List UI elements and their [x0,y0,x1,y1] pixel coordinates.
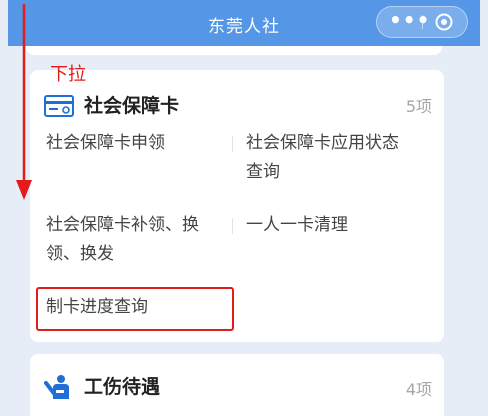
section-title: 工伤待遇 [84,376,161,398]
column-divider [232,136,233,152]
service-item-label: 社会保障卡申领 [46,133,165,153]
service-item-reissue-card[interactable]: 社会保障卡补领、换 领、换发 [46,211,232,269]
screen: 东莞人社 ••• 社会保障卡 5项 社会保障卡申领 社会保障卡应用状态 查询 社… [0,0,488,416]
target-circle-icon[interactable] [435,13,453,31]
service-item-apply-card[interactable]: 社会保障卡申领 [46,129,232,158]
section-count: 5项 [405,97,432,116]
service-item-label: 社会保障卡应用状态 [246,133,399,153]
service-item-label: 社会保障卡补领、换 [46,215,199,235]
service-item-app-status-query[interactable]: 社会保障卡应用状态 查询 [246,129,436,187]
section-card-work-injury: 工伤待遇 4项 [30,354,444,416]
column-divider [232,218,233,234]
more-dots-icon[interactable]: ••• [389,10,429,31]
annotation-label: 下拉 [50,64,86,85]
service-item-label: 领、换发 [46,244,114,264]
annotation-highlight-box [36,287,234,331]
section-count: 4项 [405,380,432,399]
nav-bar: 东莞人社 ••• [8,0,480,46]
section-title: 社会保障卡 [84,95,180,117]
service-item-one-person-one-card[interactable]: 一人一卡清理 [246,211,436,240]
mini-program-capsule: ••• [376,6,468,38]
capsule-divider [422,15,423,29]
previous-card-edge [26,46,442,55]
injury-person-icon [44,375,69,399]
service-item-label: 一人一卡清理 [246,215,348,235]
service-item-label: 查询 [246,162,280,182]
card-icon [44,95,74,117]
